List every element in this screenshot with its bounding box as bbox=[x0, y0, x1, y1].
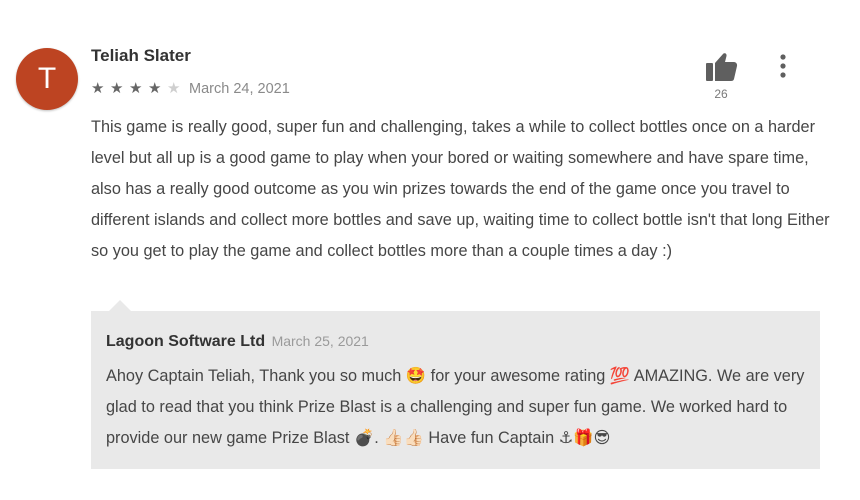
star-empty-icon: ★ bbox=[167, 80, 181, 97]
helpful-count: 26 bbox=[714, 87, 728, 101]
reply-date: March 25, 2021 bbox=[271, 333, 369, 349]
reply-header: Lagoon Software Ltd March 25, 2021 bbox=[106, 333, 369, 351]
reply-text: Ahoy Captain Teliah, Thank you so much 🤩… bbox=[106, 367, 805, 447]
star-rating: ★ ★ ★ ★ ★ bbox=[91, 80, 186, 98]
review-date: March 24, 2021 bbox=[189, 81, 290, 97]
star-icon: ★ bbox=[110, 80, 124, 97]
thumbs-up-icon[interactable] bbox=[703, 50, 739, 84]
developer-reply: Lagoon Software Ltd March 25, 2021 Ahoy … bbox=[91, 300, 820, 469]
more-vert-icon[interactable] bbox=[770, 52, 796, 80]
star-icon: ★ bbox=[129, 80, 143, 97]
review-card: T Teliah Slater ★ ★ ★ ★ ★ March 24, 2021 26 … bbox=[0, 0, 860, 500]
reply-pointer bbox=[109, 300, 131, 311]
star-icon: ★ bbox=[148, 80, 162, 97]
reply-author: Lagoon Software Ltd bbox=[106, 333, 266, 350]
avatar[interactable]: T bbox=[16, 48, 78, 110]
star-icon: ★ bbox=[91, 80, 105, 97]
rating-row: ★ ★ ★ ★ ★ March 24, 2021 bbox=[91, 79, 290, 99]
review-author: Teliah Slater bbox=[91, 46, 191, 65]
review-text: This game is really good, super fun and … bbox=[91, 118, 830, 260]
